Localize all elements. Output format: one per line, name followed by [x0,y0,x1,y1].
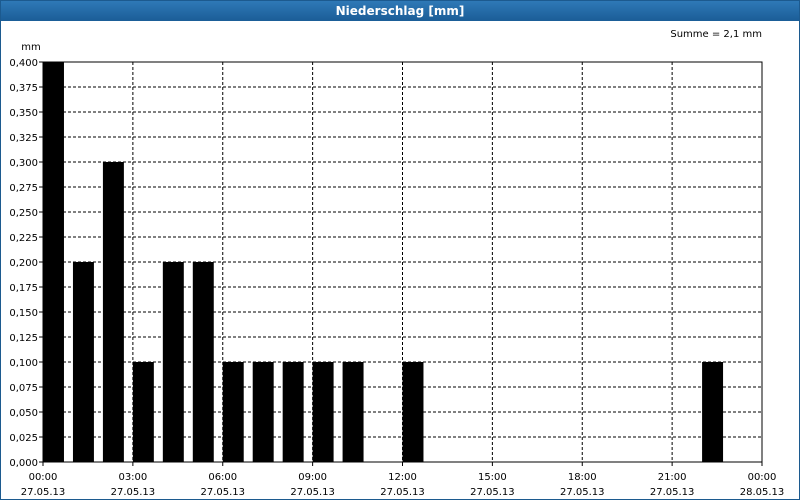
axes: 0,000 0,025 0,050 0,075 0,100 0,125 0,150 0,175… [9,58,784,498]
bar [132,362,154,462]
bar [252,362,274,462]
y-tick-label: 0,325 [9,133,38,144]
bar [162,262,184,462]
x-tick-time: 12:00 [388,472,417,483]
y-tick-label: 0,375 [9,83,38,94]
bar [192,262,214,462]
bar [282,362,304,462]
sum-label: Summe = 2,1 mm [670,29,762,40]
x-tick-date: 27.05.13 [290,487,335,498]
x-tick-date: 27.05.13 [470,487,515,498]
x-tick-date: 27.05.13 [21,487,66,498]
x-tick-time: 09:00 [298,472,327,483]
y-tick-label: 0,200 [9,258,38,269]
bar [702,362,724,462]
bar [342,362,364,462]
bar [72,262,94,462]
x-tick-time: 06:00 [208,472,237,483]
x-tick-time: 03:00 [118,472,147,483]
x-tick-date: 27.05.13 [560,487,605,498]
y-tick-label: 0,225 [9,233,38,244]
y-tick-label: 0,175 [9,283,38,294]
x-tick-date: 27.05.13 [380,487,425,498]
y-tick-label: 0,025 [9,433,38,444]
window-title: Niederschlag [mm] [1,1,799,21]
x-tick-time: 00:00 [748,472,777,483]
bar [312,362,334,462]
y-tick-label: 0,050 [9,408,38,419]
y-tick-label: 0,125 [9,333,38,344]
y-axis-label: mm [21,42,40,53]
y-tick-label: 0,250 [9,208,38,219]
y-tick-label: 0,400 [9,58,38,69]
x-tick-date: 27.05.13 [650,487,695,498]
x-tick-time: 21:00 [658,472,687,483]
x-tick-time: 15:00 [478,472,507,483]
chart-window: Niederschlag [mm] 0,000 0,025 0,050 0,075 0,… [0,0,800,500]
bar [43,62,64,462]
x-tick-date: 27.05.13 [111,487,156,498]
y-tick-label: 0,100 [9,358,38,369]
y-tick-label: 0,000 [9,458,38,469]
precipitation-chart: 0,000 0,025 0,050 0,075 0,100 0,125 0,150 0,175… [9,29,784,498]
bar [222,362,244,462]
x-tick-date: 27.05.13 [200,487,245,498]
y-tick-label: 0,275 [9,183,38,194]
bar [102,162,124,462]
y-tick-label: 0,075 [9,383,38,394]
x-tick-time: 00:00 [29,472,58,483]
x-tick-date: 28.05.13 [740,487,785,498]
y-tick-label: 0,350 [9,108,38,119]
bar [402,362,424,462]
y-tick-label: 0,300 [9,158,38,169]
x-tick-time: 18:00 [568,472,597,483]
y-tick-label: 0,150 [9,308,38,319]
